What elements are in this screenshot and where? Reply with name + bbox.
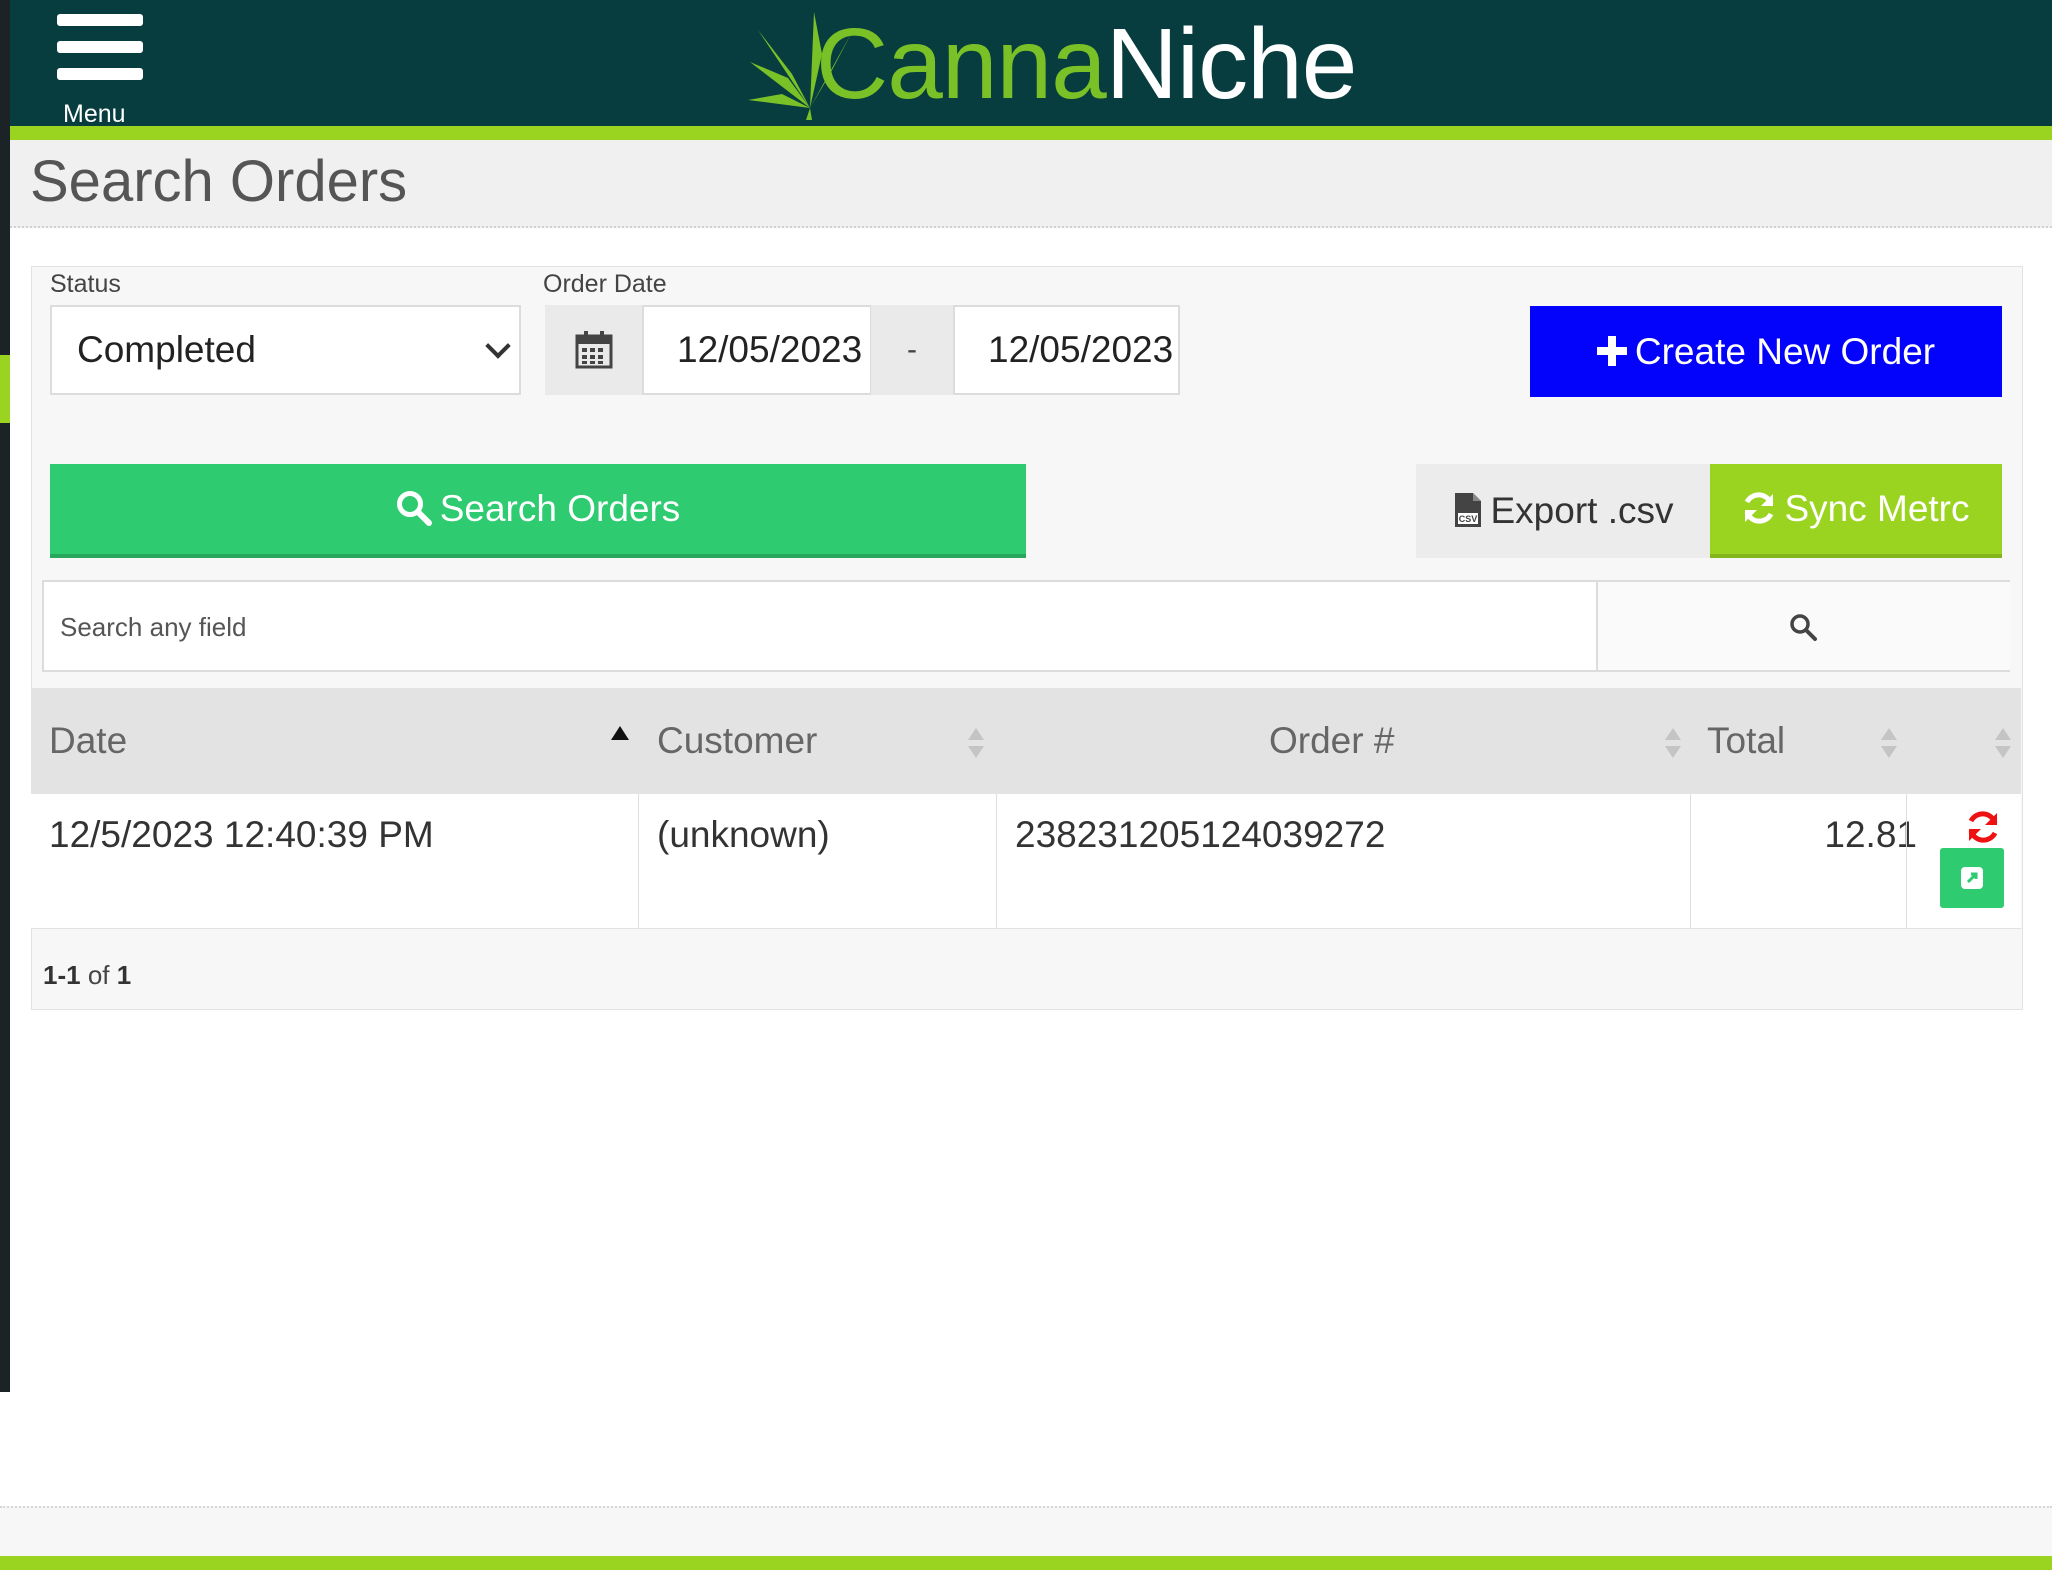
cell-order-number: 238231205124039272	[1015, 814, 1386, 855]
export-csv-button[interactable]: CSV Export .csv	[1416, 464, 1710, 558]
pagination-total: 1	[116, 960, 132, 990]
column-header-order-number[interactable]: Order #	[1269, 688, 1394, 794]
left-rail	[0, 0, 10, 1392]
table-header: Date Customer Order # Total	[31, 688, 2021, 794]
column-header-total[interactable]: Total	[1707, 688, 1785, 794]
pagination-of: of	[87, 960, 110, 990]
sort-icon[interactable]	[968, 728, 984, 758]
hamburger-icon-bar	[57, 14, 143, 26]
page-title-band: Search Orders	[10, 140, 2052, 228]
rail-marker	[0, 355, 10, 423]
cell-date: 12/5/2023 12:40:39 PM	[49, 814, 434, 855]
sort-icon[interactable]	[1665, 728, 1681, 758]
status-label: Status	[50, 270, 121, 298]
table-filter	[42, 580, 2010, 672]
hamburger-icon-bar	[57, 68, 143, 80]
sort-icon[interactable]	[1995, 728, 2011, 758]
cell-customer: (unknown)	[657, 814, 830, 855]
brand-logo[interactable]: CannaNiche	[748, 4, 1357, 122]
brand-name-part2: Niche	[1105, 8, 1358, 120]
search-icon	[1790, 614, 1817, 641]
search-orders-label: Search Orders	[439, 488, 681, 529]
brand-name-part1: Canna	[816, 8, 1107, 120]
filter-search-button[interactable]	[1596, 582, 2010, 670]
footer-band	[0, 1506, 2052, 1558]
row-resync-button[interactable]	[1966, 810, 2000, 844]
cell-total: 12.81	[1824, 814, 1917, 855]
column-divider	[996, 794, 997, 928]
table-row[interactable]: 12/5/2023 12:40:39 PM (unknown) 23823120…	[31, 794, 2021, 929]
external-link-icon	[1961, 867, 1983, 889]
csv-file-icon: CSV	[1454, 493, 1481, 528]
footer-accent-stripe	[0, 1556, 2052, 1570]
column-header-customer[interactable]: Customer	[657, 688, 817, 794]
status-select[interactable]: Completed	[50, 305, 521, 395]
chevron-down-icon	[485, 333, 511, 359]
plus-icon	[1596, 336, 1627, 367]
date-separator: -	[871, 305, 953, 395]
row-open-button[interactable]	[1940, 848, 2004, 908]
column-divider	[638, 794, 639, 928]
sort-icon[interactable]	[1881, 728, 1897, 758]
calendar-addon[interactable]	[545, 305, 642, 395]
date-to-input[interactable]: 12/05/2023	[953, 305, 1180, 395]
sort-ascending-icon[interactable]	[611, 726, 629, 740]
refresh-icon	[1968, 811, 1998, 843]
hamburger-icon-bar	[57, 41, 143, 53]
pagination-range: 1-1	[43, 960, 81, 990]
create-new-order-button[interactable]: Create New Order	[1530, 306, 2002, 397]
create-new-order-label: Create New Order	[1634, 331, 1936, 372]
status-select-value: Completed	[77, 329, 256, 370]
menu-label: Menu	[63, 100, 126, 128]
calendar-icon	[575, 331, 613, 369]
menu-button[interactable]: Menu	[55, 14, 145, 128]
pagination-info: 1-1 of 1	[43, 960, 131, 991]
search-orders-button[interactable]: Search Orders	[50, 464, 1026, 558]
navbar-accent-stripe	[10, 126, 2052, 140]
column-divider	[1906, 794, 1907, 928]
date-from-input[interactable]: 12/05/2023	[642, 305, 872, 395]
order-date-label: Order Date	[543, 270, 667, 298]
column-header-date[interactable]: Date	[49, 688, 127, 794]
sync-metrc-button[interactable]: Sync Metrc	[1710, 464, 2002, 558]
refresh-icon	[1745, 492, 1774, 524]
sync-metrc-label: Sync Metrc	[1784, 488, 1970, 529]
export-csv-label: Export .csv	[1490, 490, 1674, 531]
brand-wordmark: CannaNiche	[816, 14, 1357, 114]
search-any-field-input[interactable]	[44, 582, 1612, 672]
column-divider	[1690, 794, 1691, 928]
svg-text:CSV: CSV	[1458, 514, 1477, 524]
page-title: Search Orders	[30, 149, 408, 214]
search-icon	[396, 491, 432, 527]
